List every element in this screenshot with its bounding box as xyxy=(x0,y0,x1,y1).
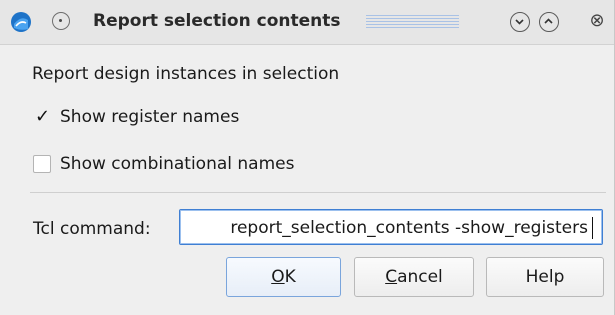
tcl-command-value[interactable]: report_selection_contents -show_register… xyxy=(230,218,588,238)
ok-button[interactable]: OK xyxy=(226,257,341,297)
divider xyxy=(30,192,606,193)
tcl-command-label: Tcl command: xyxy=(33,219,151,239)
show-register-names-checkbox[interactable] xyxy=(33,106,51,127)
cancel-button[interactable]: Cancel xyxy=(354,257,474,297)
report-selection-dialog: Report selection contents ⊗ Report desig… xyxy=(0,0,615,315)
app-logo-icon[interactable] xyxy=(10,11,32,33)
close-icon[interactable]: ⊗ xyxy=(587,11,607,31)
show-combinational-names-label[interactable]: Show combinational names xyxy=(60,154,294,174)
show-combinational-names-checkbox[interactable] xyxy=(33,155,51,173)
chevron-down-icon[interactable] xyxy=(510,12,530,32)
titlebar-grip xyxy=(366,15,459,28)
tcl-command-input[interactable]: report_selection_contents -show_register… xyxy=(179,209,603,245)
ok-mnemonic: O xyxy=(271,267,285,287)
title-bar[interactable]: Report selection contents ⊗ xyxy=(0,0,614,45)
ok-label-rest: K xyxy=(284,267,296,287)
chevron-up-icon[interactable] xyxy=(539,12,559,32)
show-register-names-option[interactable]: Show register names xyxy=(33,106,239,128)
description-label: Report design instances in selection xyxy=(32,64,340,84)
show-register-names-label[interactable]: Show register names xyxy=(60,107,239,127)
help-label: Help xyxy=(525,267,565,287)
cancel-mnemonic: C xyxy=(385,267,398,287)
window-menu-icon[interactable] xyxy=(52,12,70,30)
help-button[interactable]: Help xyxy=(486,257,604,297)
text-caret xyxy=(592,217,593,239)
cancel-label-rest: ancel xyxy=(397,267,443,287)
show-combinational-names-option[interactable]: Show combinational names xyxy=(33,153,294,175)
window-title: Report selection contents xyxy=(93,11,341,31)
